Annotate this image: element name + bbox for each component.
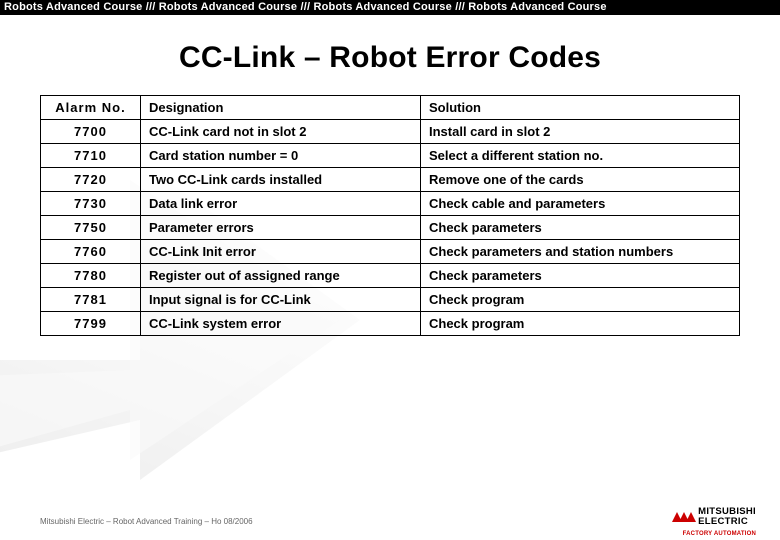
table-row: 7750 Parameter errors Check parameters [41, 216, 740, 240]
cell-designation: Card station number = 0 [141, 144, 421, 168]
error-codes-table-wrap: Alarm No. Designation Solution 7700 CC-L… [40, 95, 740, 336]
cell-designation: Two CC-Link cards installed [141, 168, 421, 192]
cell-solution: Check parameters [421, 216, 740, 240]
col-solution: Solution [421, 96, 740, 120]
cell-designation: Parameter errors [141, 216, 421, 240]
cell-solution: Remove one of the cards [421, 168, 740, 192]
table-row: 7700 CC-Link card not in slot 2 Install … [41, 120, 740, 144]
cell-alarm: 7750 [41, 216, 141, 240]
mitsubishi-logo: MITSUBISHI ELECTRIC [672, 507, 756, 526]
cell-solution: Check program [421, 288, 740, 312]
table-row: 7760 CC-Link Init error Check parameters… [41, 240, 740, 264]
cell-designation: Input signal is for CC-Link [141, 288, 421, 312]
error-codes-table: Alarm No. Designation Solution 7700 CC-L… [40, 95, 740, 336]
cell-solution: Select a different station no. [421, 144, 740, 168]
cell-alarm: 7781 [41, 288, 141, 312]
col-designation: Designation [141, 96, 421, 120]
cell-solution: Install card in slot 2 [421, 120, 740, 144]
cell-solution: Check parameters [421, 264, 740, 288]
logo-text-line2: ELECTRIC [698, 517, 756, 527]
table-row: 7781 Input signal is for CC-Link Check p… [41, 288, 740, 312]
cell-designation: CC-Link Init error [141, 240, 421, 264]
footer-text: Mitsubishi Electric – Robot Advanced Tra… [40, 517, 253, 526]
table-row: 7710 Card station number = 0 Select a di… [41, 144, 740, 168]
col-alarm-no: Alarm No. [41, 96, 141, 120]
table-row: 7720 Two CC-Link cards installed Remove … [41, 168, 740, 192]
cell-alarm: 7780 [41, 264, 141, 288]
table-header-row: Alarm No. Designation Solution [41, 96, 740, 120]
cell-designation: CC-Link card not in slot 2 [141, 120, 421, 144]
cell-alarm: 7700 [41, 120, 141, 144]
cell-alarm: 7799 [41, 312, 141, 336]
page-title: CC-Link – Robot Error Codes [0, 41, 780, 75]
cell-solution: Check cable and parameters [421, 192, 740, 216]
header-bar: Robots Advanced Course /// Robots Advanc… [0, 0, 780, 15]
cell-designation: Register out of assigned range [141, 264, 421, 288]
cell-alarm: 7760 [41, 240, 141, 264]
cell-designation: Data link error [141, 192, 421, 216]
table-row: 7730 Data link error Check cable and par… [41, 192, 740, 216]
cell-solution: Check program [421, 312, 740, 336]
cell-designation: CC-Link system error [141, 312, 421, 336]
cell-alarm: 7710 [41, 144, 141, 168]
logo-subtitle: FACTORY AUTOMATION [683, 531, 756, 537]
table-row: 7780 Register out of assigned range Chec… [41, 264, 740, 288]
cell-solution: Check parameters and station numbers [421, 240, 740, 264]
cell-alarm: 7730 [41, 192, 141, 216]
cell-alarm: 7720 [41, 168, 141, 192]
mitsubishi-diamonds-icon [672, 512, 693, 522]
table-row: 7799 CC-Link system error Check program [41, 312, 740, 336]
